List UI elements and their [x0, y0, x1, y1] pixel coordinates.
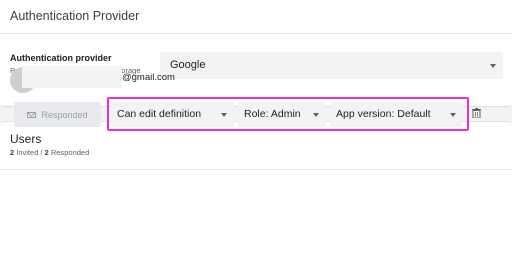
auth-provider-select[interactable]: Google [160, 52, 503, 79]
divider [0, 169, 512, 170]
responded-status-button: Responded [14, 102, 101, 127]
auth-section-title: Authentication Provider [10, 9, 140, 23]
invited-count: 2 [10, 148, 15, 157]
trash-icon[interactable] [472, 108, 481, 118]
role-dropdown[interactable]: Role: Admin [238, 102, 326, 127]
permission-dropdown[interactable]: Can edit definition [111, 102, 234, 127]
app-version-dropdown[interactable]: App version: Default [330, 102, 463, 127]
caret-down-icon [450, 113, 456, 117]
redacted-email-name [22, 66, 122, 88]
role-value: Role: Admin [244, 108, 301, 120]
caret-down-icon [313, 113, 319, 117]
users-summary: 2 Invited / 2 Responded [10, 148, 89, 157]
envelope-icon [27, 111, 37, 118]
users-section-title: Users [10, 132, 42, 146]
caret-down-icon [221, 113, 227, 117]
responded-status-label: Responded [41, 109, 88, 120]
auth-provider-label: Authentication provider [10, 53, 112, 63]
app-version-value: App version: Default [336, 108, 431, 120]
users-card: Users 2 Invited / 2 Responded [0, 121, 512, 265]
invited-label: Invited / [16, 148, 43, 157]
permission-value: Can edit definition [117, 108, 202, 120]
responded-count: 2 [44, 148, 49, 157]
auth-provider-header: Authentication Provider [0, 0, 512, 34]
caret-down-icon [490, 64, 496, 68]
auth-provider-value: Google [170, 59, 206, 71]
responded-label: Responded [50, 148, 90, 157]
user-email: @gmail.com [122, 72, 175, 83]
